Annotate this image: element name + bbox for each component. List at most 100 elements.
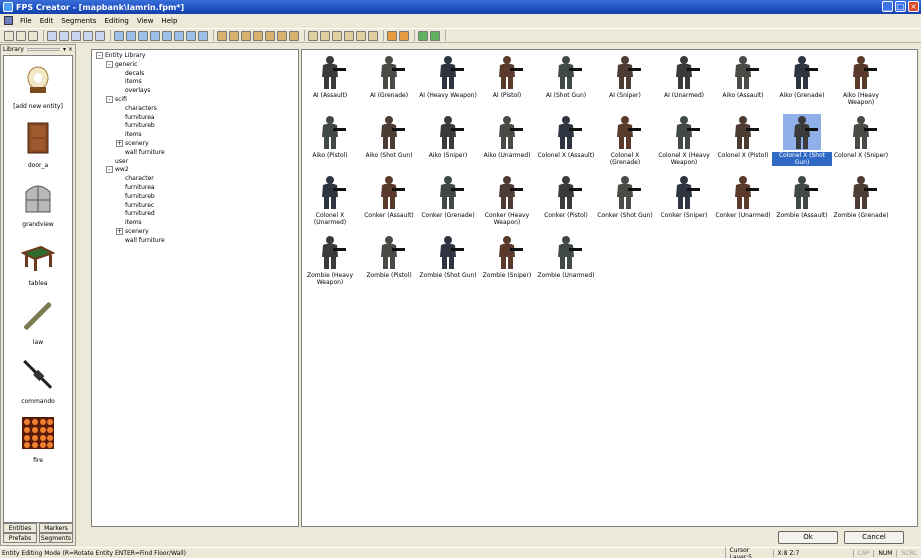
entity-item[interactable]: Aiko (Grenade) [772,54,832,99]
entity-item[interactable]: AI (Unarmed) [654,54,714,99]
library-item[interactable]: law [4,298,72,346]
entity-item[interactable]: AI (Assault) [300,54,360,99]
view-side-icon[interactable] [126,30,136,41]
entity-item[interactable]: Zombie (Assault) [772,174,832,219]
entity-item[interactable]: Conker (Sniper) [654,174,714,219]
line-icon[interactable] [308,30,318,41]
tree-node[interactable]: decals [116,70,144,77]
tree-node[interactable]: furniturec [116,202,154,209]
grid-icon[interactable] [150,30,160,41]
entity-item[interactable]: Conker (Heavy Weapon) [477,174,537,226]
entity-item[interactable]: Colonel X (Heavy Weapon) [654,114,714,166]
menu-edit[interactable]: Edit [36,17,58,25]
collapse-icon[interactable]: - [106,166,113,174]
tree-node[interactable]: items [116,131,142,138]
segment-icon[interactable] [229,30,239,41]
undo-icon[interactable] [83,30,93,41]
menu-editing[interactable]: Editing [100,17,132,25]
cut-icon[interactable] [47,30,57,41]
ok-button[interactable]: Ok [778,531,838,544]
library-item[interactable]: tablea [4,239,72,287]
zoom-icon[interactable] [198,30,208,41]
entity-item[interactable]: Conker (Pistol) [536,174,596,219]
rect-icon[interactable] [320,30,330,41]
tree-node[interactable]: + scenery [116,228,149,235]
tree-node[interactable]: - generic [106,60,137,68]
document-icon[interactable] [4,16,13,25]
tree-node[interactable]: character [116,175,154,182]
prefab-icon[interactable] [241,30,251,41]
tree-node[interactable]: overlays [116,87,150,94]
pin-icon[interactable]: ▾ [63,46,66,53]
tab-segments[interactable]: Segments [39,533,73,543]
layer-down-icon[interactable] [174,30,184,41]
entity-item[interactable]: Aiko (Assault) [713,54,773,99]
tab-prefabs[interactable]: Prefabs [3,533,37,543]
minimize-button[interactable]: _ [882,1,893,12]
cancel-button[interactable]: Cancel [844,531,904,544]
library-item[interactable]: grandview [4,180,72,228]
entity-item[interactable]: Aiko (Pistol) [300,114,360,159]
waypoint-icon[interactable] [399,30,409,41]
entity-item[interactable]: Conker (Assault) [359,174,419,219]
menu-help[interactable]: Help [157,17,181,25]
tree-node[interactable]: items [116,219,142,226]
entity-item[interactable]: Colonel X (Pistol) [713,114,773,159]
tree-node[interactable]: furnitured [116,210,155,217]
picker-icon[interactable] [368,30,378,41]
spray-icon[interactable] [356,30,366,41]
tree-node[interactable]: - Entity Library [96,52,145,59]
entity-item[interactable]: Aiko (Shot Gun) [359,114,419,159]
collapse-icon[interactable]: - [106,60,113,68]
tree-node[interactable]: furniturea [116,114,155,121]
entity-item[interactable]: Colonel X (Grenade) [595,114,655,166]
view-top-icon[interactable] [114,30,124,41]
library-item[interactable]: commando [4,357,72,405]
new-file-icon[interactable] [4,30,14,41]
menu-file[interactable]: File [16,17,36,25]
entity-item[interactable]: AI (Shot Gun) [536,54,596,99]
entity-item[interactable]: Conker (Grenade) [418,174,478,219]
tab-markers[interactable]: Markers [39,523,73,533]
entity-item[interactable]: Conker (Unarmed) [713,174,773,219]
entity-item[interactable]: AI (Sniper) [595,54,655,99]
entity-item[interactable]: Zombie (Pistol) [359,234,419,279]
entity-item[interactable]: Aiko (Sniper) [418,114,478,159]
entity-item[interactable]: Zombie (Unarmed) [536,234,596,279]
tree-node[interactable]: furnitureb [116,122,155,129]
copy-icon[interactable] [59,30,69,41]
marker-icon[interactable] [265,30,275,41]
panel-grip[interactable] [26,47,60,51]
tree-node[interactable]: furniturea [116,184,155,191]
entity-item[interactable]: Zombie (Sniper) [477,234,537,279]
save-icon[interactable] [28,30,38,41]
entity-item[interactable]: AI (Pistol) [477,54,537,99]
layer-up-icon[interactable] [186,30,196,41]
pick-icon[interactable] [289,30,299,41]
tree-node[interactable]: wall furniture [116,149,165,156]
tab-entities[interactable]: Entities [3,523,37,533]
tree-node[interactable]: furnitureb [116,193,155,200]
library-item[interactable]: door_a [4,121,72,169]
entity-item[interactable]: Zombie (Shot Gun) [418,234,478,279]
light-icon[interactable] [277,30,287,41]
tree-node[interactable]: items [116,78,142,85]
entity-item[interactable]: Colonel X (Shot Gun) [772,114,832,166]
library-item[interactable]: [add new entity] [4,62,72,110]
entity-icon[interactable] [253,30,263,41]
entity-item[interactable]: AI (Heavy Weapon) [418,54,478,99]
close-button[interactable]: × [908,1,919,12]
test-game-icon[interactable] [418,30,428,41]
entity-item[interactable]: Conker (Shot Gun) [595,174,655,219]
open-folder-icon[interactable] [16,30,26,41]
collapse-icon[interactable]: - [96,52,103,59]
tree-node[interactable]: + scenery [116,140,149,147]
view-front-icon[interactable] [138,30,148,41]
tree-node[interactable]: wall furniture [116,237,165,244]
entity-item[interactable]: Aiko (Heavy Weapon) [831,54,891,106]
menu-segments[interactable]: Segments [57,17,100,25]
entity-item[interactable]: Aiko (Unarmed) [477,114,537,159]
build-game-icon[interactable] [430,30,440,41]
layer-icon[interactable] [162,30,172,41]
entity-item[interactable]: AI (Grenade) [359,54,419,99]
